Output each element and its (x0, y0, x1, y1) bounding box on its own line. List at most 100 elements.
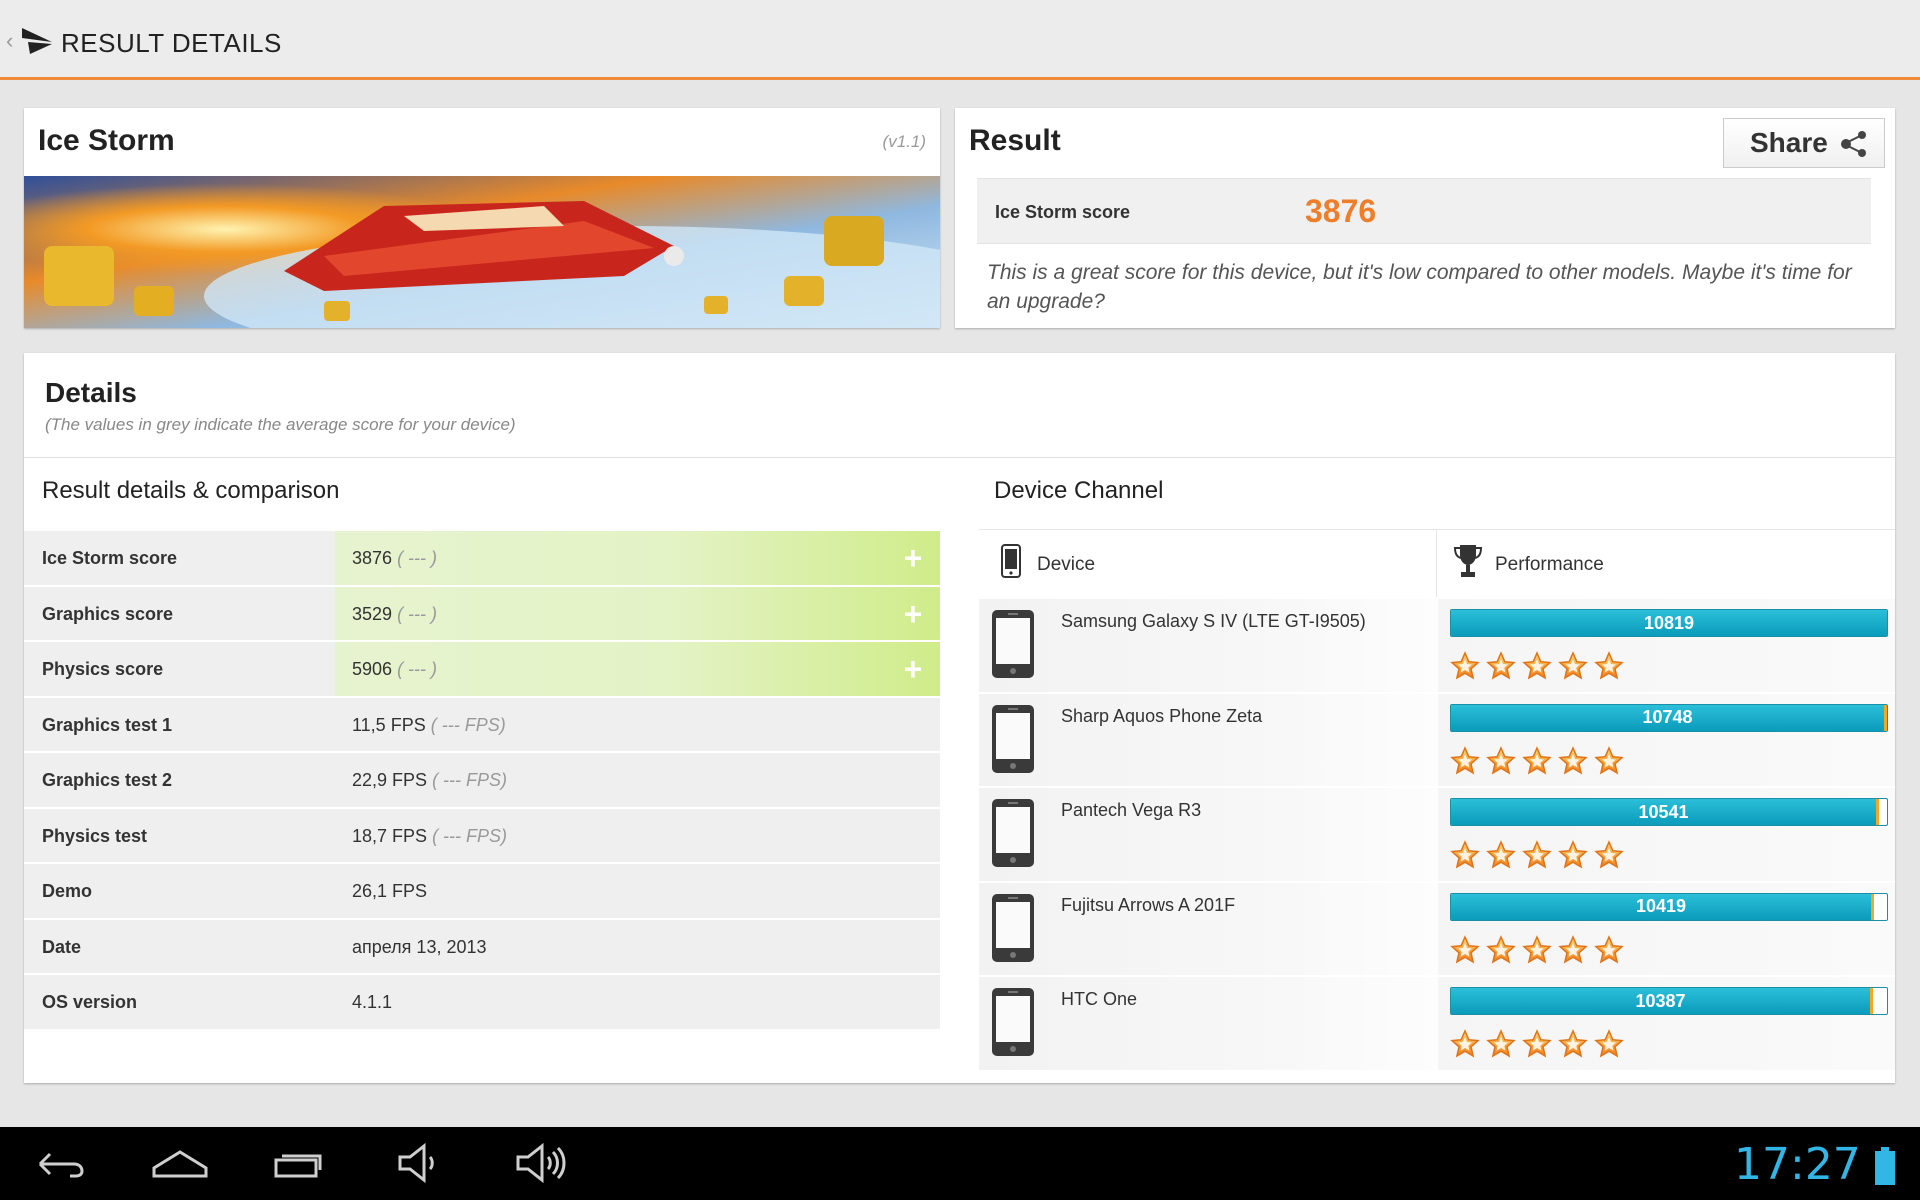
result-detail-label: OS version (42, 992, 138, 1012)
expand-plus-icon[interactable]: + (896, 652, 930, 686)
result-value: 26,1 FPS (352, 881, 428, 901)
score-bar-marker (1871, 893, 1874, 920)
device-cell: Sharp Aquos Phone Zeta (979, 693, 1437, 786)
score-bar-marker (1876, 799, 1879, 825)
result-value: 11,5 FPS (352, 714, 426, 735)
device-cell: Samsung Galaxy S IV (LTE GT-I9505) (979, 599, 1437, 692)
device-channel-header: Device Performance (979, 529, 1895, 598)
result-detail-label: Graphics score (42, 603, 174, 624)
result-value: 18,7 FPS (352, 825, 428, 846)
device-phone-icon (992, 893, 1034, 962)
star-icon (1522, 840, 1552, 869)
star-icon (1558, 745, 1588, 775)
result-title: Result (969, 124, 1061, 157)
device-channel-title: Device Channel (994, 477, 1164, 504)
volume-up-icon[interactable] (510, 1140, 570, 1186)
device-row[interactable]: HTC One 10387 (979, 975, 1895, 1070)
star-icon (1594, 745, 1624, 775)
back-icon[interactable] (30, 1140, 90, 1186)
home-icon[interactable] (150, 1140, 210, 1186)
star-rating (1450, 934, 1624, 965)
star-icon (1450, 934, 1480, 964)
device-name: Samsung Galaxy S IV (LTE GT-I9505) (1061, 611, 1366, 631)
device-phone-icon (992, 799, 1034, 867)
performance-column-header: Performance (1437, 530, 1895, 598)
star-icon (1522, 1029, 1552, 1058)
star-icon (1522, 745, 1552, 775)
star-icon (1450, 651, 1480, 680)
result-detail-value-cell: 26,1 FPS (352, 864, 940, 918)
result-detail-value: 22,9 FPS ( --- FPS) (352, 770, 507, 791)
score-bar: 10819 (1450, 609, 1888, 637)
result-value: 22,9 FPS (352, 770, 428, 790)
share-button[interactable]: Share (1723, 118, 1885, 168)
performance-cell: 10419 (1437, 882, 1895, 975)
star-icon (1450, 1029, 1480, 1058)
average-value: ( --- ) (397, 548, 438, 568)
average-value: ( --- FPS) (432, 825, 508, 846)
average-value: ( --- ) (397, 659, 438, 679)
result-value: 4.1.1 (352, 992, 393, 1012)
average-value: ( --- ) (397, 603, 438, 624)
average-value: ( --- FPS) (432, 770, 508, 790)
device-phone-icon (992, 610, 1034, 678)
details-subtitle: (The values in grey indicate the average… (45, 415, 516, 434)
result-detail-value-cell: 4.1.1 (352, 975, 940, 1029)
result-detail-value-cell: 5906 ( --- ) + (335, 642, 940, 696)
result-detail-label: Physics test (42, 825, 148, 846)
page-title: RESULT DETAILS (61, 28, 282, 58)
expand-plus-icon[interactable]: + (896, 541, 930, 575)
star-icon (1450, 840, 1480, 869)
trophy-icon (1453, 545, 1483, 577)
expand-plus-icon[interactable]: + (896, 597, 930, 631)
device-header-label: Device (1037, 554, 1096, 575)
details-divider (24, 457, 1895, 458)
star-icon (1450, 745, 1480, 775)
app-logo-icon[interactable] (20, 24, 54, 56)
result-details-title: Result details & comparison (42, 477, 340, 504)
device-name: Fujitsu Arrows A 201F (1061, 894, 1236, 915)
device-score: 10419 (1635, 896, 1687, 916)
test-card: Ice Storm (v1.1) (24, 108, 940, 328)
result-detail-row: Date апреля 13, 2013 (24, 917, 940, 974)
result-detail-value-cell: 22,9 FPS ( --- FPS) (352, 753, 940, 807)
volume-down-icon[interactable] (390, 1140, 450, 1186)
test-banner-image (24, 176, 940, 328)
star-rating (1450, 840, 1624, 870)
result-detail-label: Graphics test 2 (42, 770, 173, 790)
action-bar: ‹ RESULT DETAILS (0, 0, 1920, 80)
result-detail-row[interactable]: Graphics score 3529 ( --- ) + (24, 584, 940, 640)
performance-cell: 10541 (1437, 788, 1895, 881)
device-row[interactable]: Samsung Galaxy S IV (LTE GT-I9505) 10819 (979, 597, 1895, 692)
result-description: This is a great score for this device, b… (987, 261, 1852, 313)
performance-cell: 10819 (1437, 599, 1895, 692)
share-icon (1841, 131, 1866, 157)
result-detail-value-cell: 18,7 FPS ( --- FPS) (352, 809, 940, 863)
result-detail-value-cell: апреля 13, 2013 (352, 920, 940, 974)
star-rating (1450, 651, 1624, 681)
star-icon (1486, 934, 1516, 964)
device-phone-icon (992, 704, 1034, 773)
up-caret-icon[interactable]: ‹ (6, 30, 13, 52)
star-icon (1558, 840, 1588, 869)
details-title: Details (45, 377, 137, 408)
score-value: 3876 (1305, 193, 1377, 229)
device-row[interactable]: Fujitsu Arrows A 201F 10419 (979, 880, 1895, 975)
recent-apps-icon[interactable] (270, 1140, 330, 1186)
device-score: 10387 (1635, 990, 1686, 1011)
result-detail-value: апреля 13, 2013 (352, 937, 487, 958)
result-value: 3876 (352, 548, 393, 568)
device-row[interactable]: Pantech Vega R3 10541 (979, 786, 1895, 881)
result-detail-row[interactable]: Ice Storm score 3876 ( --- ) + (24, 529, 940, 585)
result-detail-row[interactable]: Physics score 5906 ( --- ) + (24, 640, 940, 696)
average-value: ( --- FPS) (430, 714, 506, 735)
device-name: Sharp Aquos Phone Zeta (1061, 705, 1263, 726)
score-bar-marker (1870, 988, 1873, 1014)
result-detail-label: Demo (42, 881, 93, 901)
result-detail-row: Physics test 18,7 FPS ( --- FPS) (24, 806, 940, 863)
device-row[interactable]: Sharp Aquos Phone Zeta 10748 (979, 691, 1895, 786)
device-score: 10819 (1643, 612, 1695, 633)
star-icon (1594, 1029, 1624, 1058)
result-detail-label: Physics score (42, 659, 164, 679)
device-cell: Pantech Vega R3 (979, 788, 1437, 881)
